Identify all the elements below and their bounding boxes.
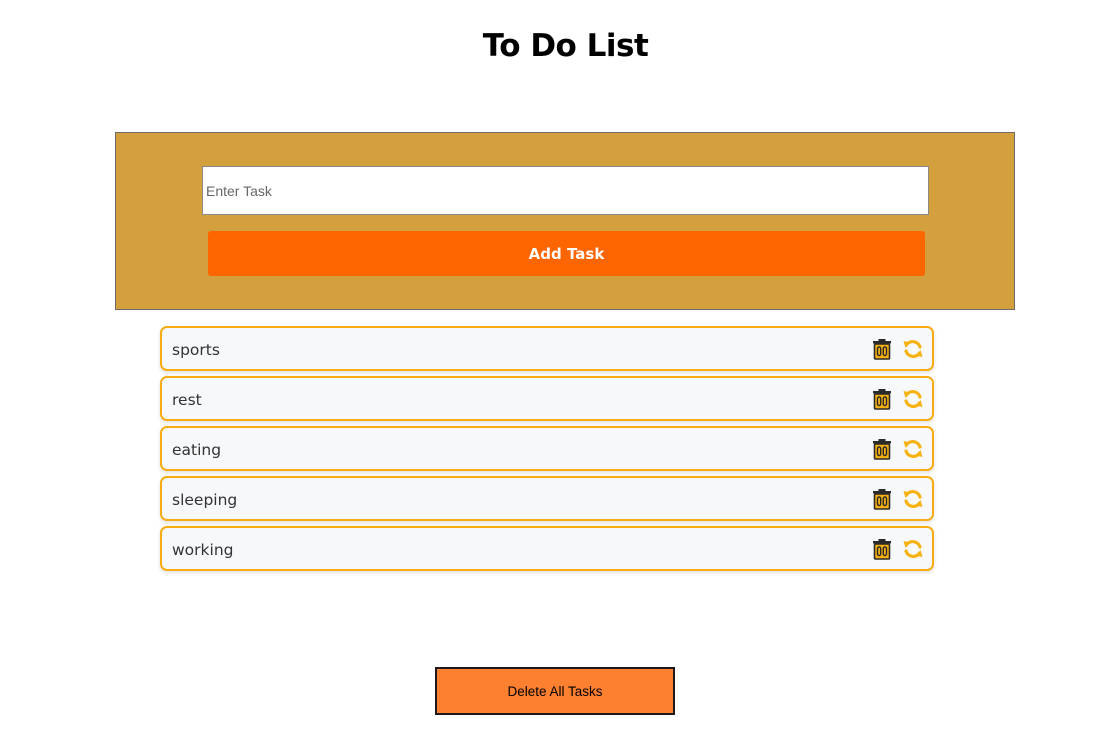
delete-all-tasks-button[interactable]: Delete All Tasks <box>435 667 675 715</box>
task-item: sports <box>160 326 934 371</box>
trash-icon[interactable] <box>872 438 892 460</box>
task-text: sports <box>172 341 220 359</box>
trash-icon[interactable] <box>872 388 892 410</box>
trash-icon[interactable] <box>872 488 892 510</box>
refresh-icon[interactable] <box>902 538 924 560</box>
task-list: sports rest eating sleeping working <box>160 326 934 576</box>
add-task-button[interactable]: Add Task <box>208 231 925 276</box>
trash-icon[interactable] <box>872 338 892 360</box>
task-input[interactable] <box>202 166 929 215</box>
refresh-icon[interactable] <box>902 388 924 410</box>
refresh-icon[interactable] <box>902 488 924 510</box>
todo-app: To Do List Add Task sports rest <box>0 0 1108 736</box>
task-text: working <box>172 541 234 559</box>
task-text: sleeping <box>172 491 238 509</box>
task-input-panel: Add Task <box>115 132 1015 310</box>
refresh-icon[interactable] <box>902 338 924 360</box>
task-text: rest <box>172 391 202 409</box>
task-item: working <box>160 526 934 571</box>
refresh-icon[interactable] <box>902 438 924 460</box>
task-item: eating <box>160 426 934 471</box>
trash-icon[interactable] <box>872 538 892 560</box>
task-item: rest <box>160 376 934 421</box>
task-item: sleeping <box>160 476 934 521</box>
page-title: To Do List <box>482 28 649 64</box>
task-text: eating <box>172 441 222 459</box>
